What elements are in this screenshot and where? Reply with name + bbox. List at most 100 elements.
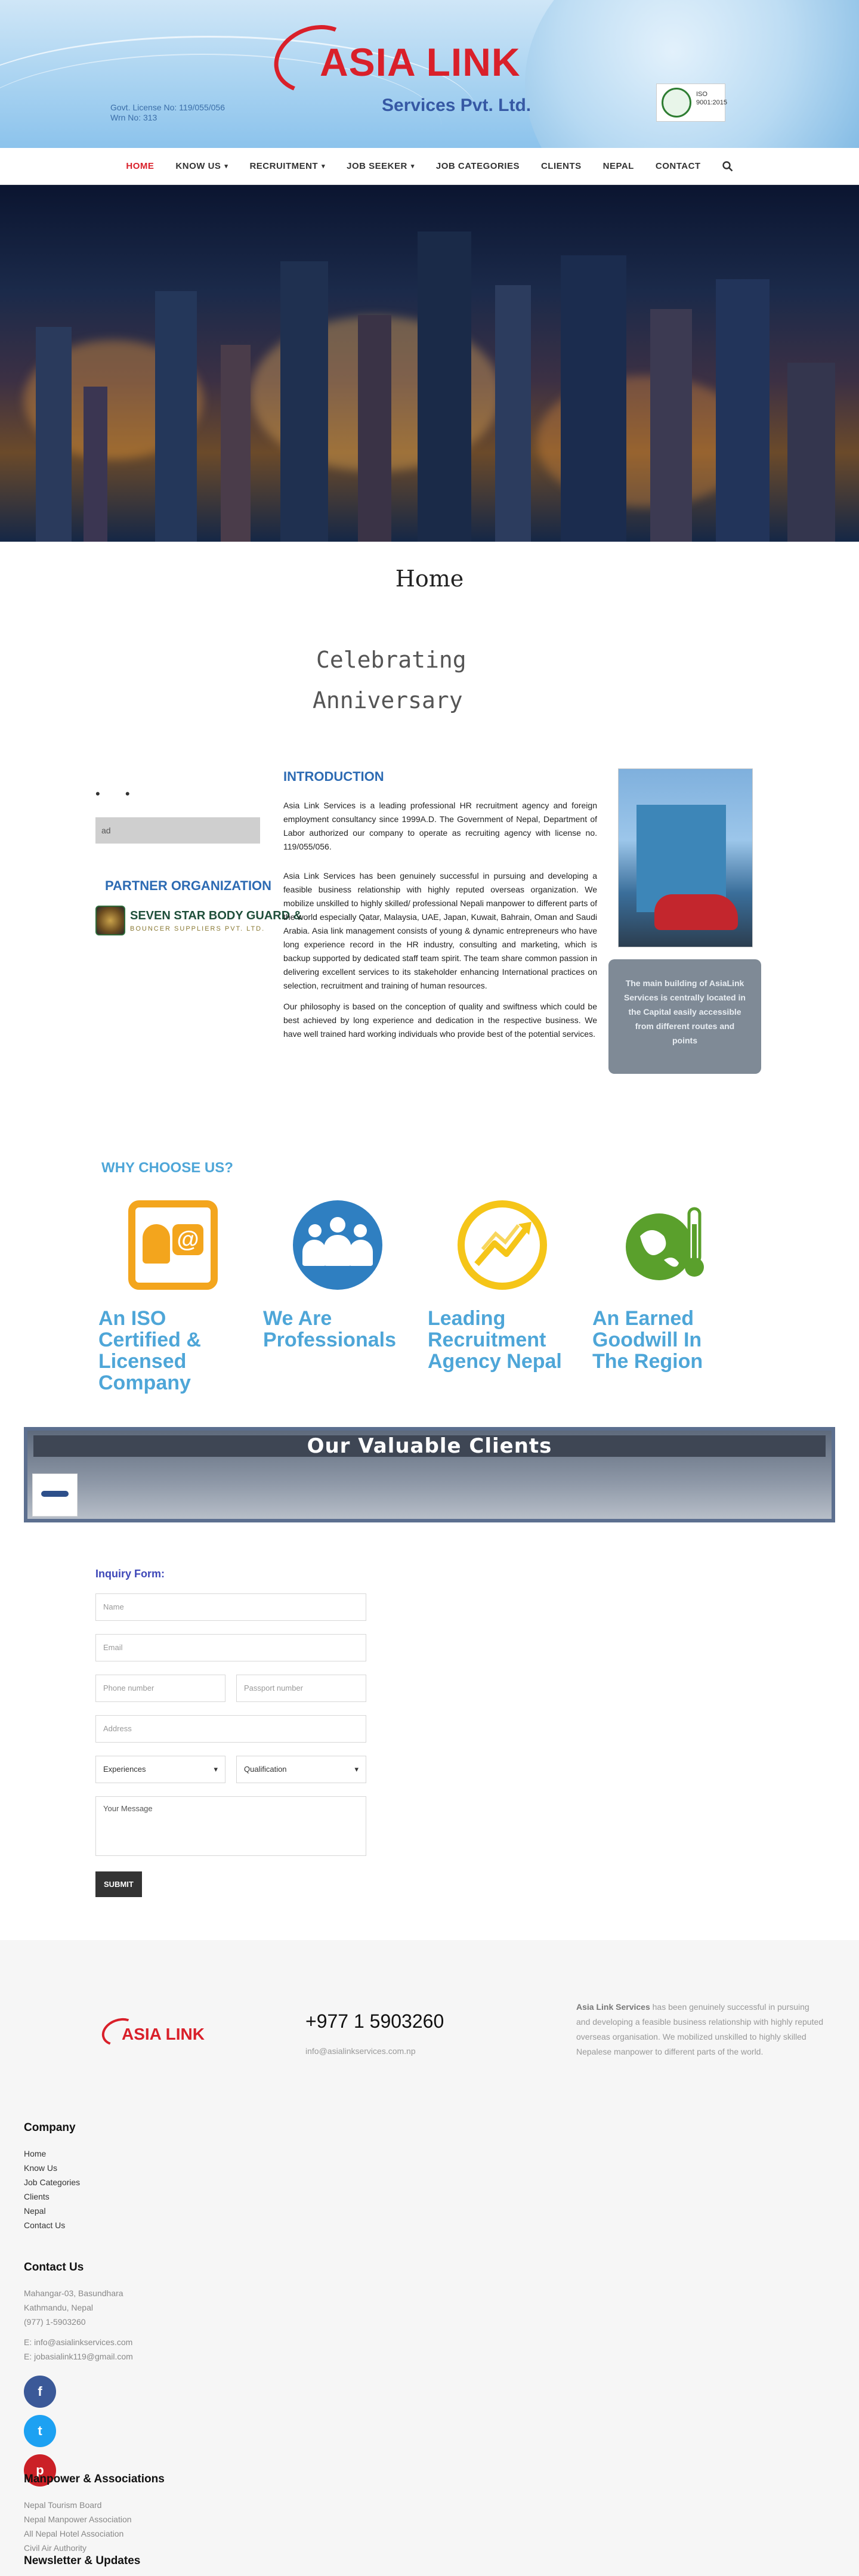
footer-phone[interactable]: +977 1 5903260 xyxy=(305,2010,444,2033)
footer-email[interactable]: info@asialinkservices.com.np xyxy=(305,2046,416,2056)
twitter-icon[interactable]: t xyxy=(24,2415,56,2447)
footer-link[interactable]: Know Us xyxy=(24,2161,80,2175)
message-textarea[interactable]: Your Message xyxy=(95,1796,366,1856)
inquiry-form: Inquiry Form: Name Email Phone number Pa… xyxy=(95,1568,366,1897)
footer-link[interactable]: Contact Us xyxy=(24,2218,80,2232)
photo-caption: The main building of AsiaLink Services i… xyxy=(608,959,761,1074)
contact-email[interactable]: E: jobasialink119@gmail.com xyxy=(24,2349,133,2364)
nav-label: RECRUITMENT xyxy=(249,161,319,171)
footer-logo[interactable]: ASIA LINK xyxy=(98,2013,218,2056)
celebrate-line: Anniversary xyxy=(313,687,463,714)
submit-button[interactable]: SUBMIT xyxy=(95,1871,142,1897)
building xyxy=(787,363,835,542)
address-input[interactable]: Address xyxy=(95,1715,366,1743)
footer-contact: Contact Us Mahangar-03, Basundhara Kathm… xyxy=(24,2261,133,2494)
footer-link[interactable]: Nepal xyxy=(24,2204,80,2218)
nav-home[interactable]: HOME xyxy=(126,161,154,171)
slider-dots[interactable]: • • xyxy=(95,786,141,802)
partner-logo[interactable]: SEVEN STAR BODY GUARD & BOUNCER SUPPLIER… xyxy=(95,906,302,935)
site-header: Govt. License No: 119/055/056 Wrn No: 31… xyxy=(0,0,859,148)
nav-recruitment[interactable]: RECRUITMENT ▾ xyxy=(249,161,325,171)
footer-link[interactable]: Nepal Manpower Association xyxy=(24,2512,165,2526)
nav-job-categories[interactable]: JOB CATEGORIES xyxy=(436,161,520,171)
feature-title: An Earned Goodwill In The Region xyxy=(592,1307,703,1373)
logo-subtitle: Services Pvt. Ltd. xyxy=(382,95,532,115)
ad-banner[interactable]: ad xyxy=(95,817,260,844)
license-number: Govt. License No: 119/055/056 xyxy=(110,103,225,112)
nav-nepal[interactable]: NEPAL xyxy=(603,161,634,171)
client-logo[interactable] xyxy=(32,1474,78,1516)
feature-item: Leading Recruitment Agency Nepal xyxy=(428,1200,568,1394)
chevron-down-icon: ▾ xyxy=(322,163,326,170)
facebook-icon[interactable]: f xyxy=(24,2376,56,2408)
feature-title: Leading Recruitment Agency Nepal xyxy=(428,1307,562,1373)
why-choose-heading: WHY CHOOSE US? xyxy=(101,1160,233,1176)
nav-label: JOB CATEGORIES xyxy=(435,161,520,171)
form-title: Inquiry Form: xyxy=(95,1568,165,1580)
office-building-photo xyxy=(618,768,753,947)
footer-link[interactable]: Job Categories xyxy=(24,2175,80,2189)
select-value: Qualification xyxy=(244,1765,287,1774)
building xyxy=(358,315,391,542)
intro-paragraph: Asia Link Services is a leading professi… xyxy=(283,801,597,851)
building xyxy=(650,309,692,542)
car-shape xyxy=(654,894,738,930)
building xyxy=(36,327,72,542)
footer-about: Asia Link Services has been genuinely su… xyxy=(576,2000,824,2059)
contact-email[interactable]: E: info@asialinkservices.com xyxy=(24,2335,133,2349)
feature-title: We Are Professionals xyxy=(263,1307,396,1351)
feature-item: @ An ISO Certified & Licensed Company xyxy=(98,1200,239,1394)
hero-city-image xyxy=(0,185,859,542)
footer-link[interactable]: Clients xyxy=(24,2189,80,2204)
nav-clients[interactable]: CLIENTS xyxy=(541,161,582,171)
footer-link[interactable]: Home xyxy=(24,2146,80,2161)
feature-item: We Are Professionals xyxy=(263,1200,404,1394)
chevron-down-icon: ▾ xyxy=(214,1765,218,1774)
partner-name: SEVEN STAR BODY GUARD & xyxy=(130,909,302,922)
nav-know-us[interactable]: KNOW US ▾ xyxy=(175,161,228,171)
footer-heading: Contact Us xyxy=(24,2261,84,2274)
certificate-seal-icon xyxy=(662,88,691,118)
qualification-select[interactable]: Qualification ▾ xyxy=(236,1756,366,1783)
iso-certificate-badge: ISO 9001:2015 xyxy=(656,84,727,122)
nav-label: CLIENTS xyxy=(540,161,582,171)
main-navigation: HOME KNOW US ▾ RECRUITMENT ▾ JOB SEEKER ▾ J… xyxy=(0,148,859,185)
email-input[interactable]: Email xyxy=(95,1634,366,1661)
growth-chart-icon xyxy=(458,1200,547,1290)
footer-company-links: Company Home Know Us Job Categories Clie… xyxy=(24,2121,80,2232)
page-title: Home xyxy=(395,566,464,592)
name-input[interactable]: Name xyxy=(95,1593,366,1621)
partner-subtitle: BOUNCER SUPPLIERS PVT. LTD. xyxy=(130,925,265,932)
introduction-text: INTRODUCTION Asia Link Services is a lea… xyxy=(283,768,597,1057)
footer-logo-name: ASIA LINK xyxy=(122,2025,205,2043)
feature-item: An Earned Goodwill In The Region xyxy=(592,1200,733,1394)
passport-input[interactable]: Passport number xyxy=(236,1675,366,1702)
intro-paragraph: Asia Link Services has been genuinely su… xyxy=(283,871,597,990)
shield-emblem-icon xyxy=(95,906,125,935)
footer-link[interactable]: Nepal Tourism Board xyxy=(24,2498,165,2512)
chevron-down-icon: ▾ xyxy=(224,163,228,170)
team-people-icon xyxy=(293,1200,382,1290)
footer-link[interactable]: All Nepal Hotel Association xyxy=(24,2526,165,2541)
building xyxy=(280,261,328,542)
nav-label: KNOW US xyxy=(175,161,221,171)
clients-section: Our Valuable Clients xyxy=(24,1427,835,1522)
logo-name: ASIA LINK xyxy=(320,40,521,84)
building xyxy=(495,285,531,542)
site-logo[interactable]: ASIA LINK Services Pvt. Ltd. xyxy=(264,14,583,129)
nav-job-seeker[interactable]: JOB SEEKER ▾ xyxy=(347,161,415,171)
nav-label: HOME xyxy=(126,161,155,171)
iso-certificate-icon: @ xyxy=(128,1200,218,1290)
experiences-select[interactable]: Experiences ▾ xyxy=(95,1756,225,1783)
registration-number: Wrn No: 313 xyxy=(110,113,157,122)
footer-manpower-links: Manpower & Associations Nepal Tourism Bo… xyxy=(24,2473,165,2555)
nav-contact[interactable]: CONTACT xyxy=(656,161,701,171)
cert-label: ISO xyxy=(696,91,707,98)
phone-input[interactable]: Phone number xyxy=(95,1675,225,1702)
building xyxy=(84,387,107,542)
footer-newsletter: Newsletter & Updates xyxy=(24,2555,140,2576)
search-icon[interactable] xyxy=(722,160,733,172)
introduction-section: • • ad PARTNER ORGANIZATION SEVEN STAR B… xyxy=(0,768,859,1138)
footer-link[interactable]: Civil Air Authority xyxy=(24,2541,165,2555)
footer-heading: Manpower & Associations xyxy=(24,2473,165,2485)
